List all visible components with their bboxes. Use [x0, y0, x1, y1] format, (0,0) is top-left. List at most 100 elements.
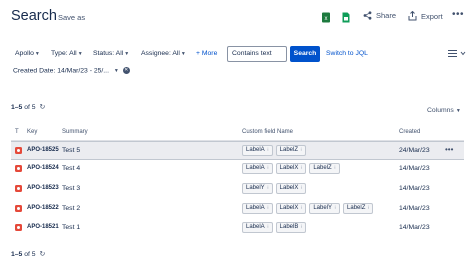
row-actions-button[interactable]: •••	[445, 145, 453, 154]
label-text: LabelX	[279, 205, 299, 211]
drag-handle-icon: ⁝	[265, 185, 269, 191]
chevron-down-icon: ▼	[180, 51, 186, 57]
more-filters-button[interactable]: + More	[196, 50, 217, 57]
drag-handle-icon: ⁝	[299, 185, 303, 191]
type-filter[interactable]: Type: All▼	[51, 50, 83, 57]
bug-icon	[15, 165, 22, 172]
table-row[interactable]: APO-18522 Test 2 LabelA ⁝ LabelX ⁝ LabelY ⁝ L…	[11, 200, 464, 219]
label-chip[interactable]: LabelX ⁝	[275, 183, 307, 194]
label-text: LabelZ	[313, 165, 332, 171]
contains-text-input[interactable]: Contains text	[227, 46, 287, 62]
google-sheets-icon[interactable]	[341, 12, 351, 23]
search-button[interactable]: Search	[290, 46, 320, 62]
drag-handle-icon: ⁝	[299, 147, 303, 153]
project-filter-label: Apollo	[15, 50, 34, 57]
created-date: 14/Mar/23	[399, 205, 430, 212]
more-actions-button[interactable]: •••	[452, 9, 464, 20]
result-range: 1–5	[11, 251, 23, 258]
page-title: Search	[11, 8, 57, 24]
header-custom-field[interactable]: Custom field Name	[242, 129, 293, 135]
drag-handle-icon: ⁝	[299, 205, 303, 211]
label-list: LabelA ⁝ LabelZ ⁝	[242, 145, 307, 156]
header-type[interactable]: T	[15, 129, 19, 135]
chevron-down-icon: ▼	[124, 51, 130, 57]
label-text: LabelZ	[279, 147, 299, 153]
save-as-button[interactable]: Save as	[58, 13, 85, 22]
label-chip[interactable]: LabelB ⁝	[275, 222, 307, 233]
issue-key-link[interactable]: APO-18525	[27, 147, 59, 153]
status-filter-label: Status: All	[93, 50, 124, 57]
label-text: LabelX	[279, 185, 299, 191]
label-chip[interactable]: LabelY ⁝	[242, 183, 273, 194]
label-chip[interactable]: LabelA ⁝	[242, 163, 273, 174]
label-chip[interactable]: LabelX ⁝	[275, 203, 307, 214]
assignee-filter[interactable]: Assignee: All▼	[141, 50, 186, 57]
label-chip[interactable]: LabelY ⁝	[309, 203, 341, 214]
created-date-filter[interactable]: Created Date: 14/Mar/23 - 25/... ▼ ✕	[13, 67, 130, 74]
columns-label: Columns	[427, 107, 454, 114]
label-list: LabelY ⁝ LabelX ⁝	[242, 183, 307, 194]
created-date-label: Created Date: 14/Mar/23 - 25/...	[13, 67, 109, 75]
label-text: LabelA	[246, 147, 265, 153]
list-view-icon[interactable]	[448, 49, 466, 58]
table-row[interactable]: APO-18521 Test 1 LabelA ⁝ LabelB ⁝ 14/Mar/23	[11, 219, 464, 238]
label-text: LabelA	[246, 224, 265, 230]
project-filter[interactable]: Apollo▼	[15, 50, 40, 57]
label-chip[interactable]: LabelA ⁝	[242, 222, 273, 233]
issue-summary[interactable]: Test 3	[62, 185, 80, 192]
issue-summary[interactable]: Test 1	[62, 224, 80, 231]
clear-filter-icon[interactable]: ✕	[122, 67, 130, 74]
label-text: LabelZ	[347, 205, 366, 211]
table-row[interactable]: APO-18525 Test 5 LabelA ⁝ LabelZ ⁝ 24/Mar/23…	[11, 141, 464, 160]
issue-key-link[interactable]: APO-18522	[27, 205, 59, 211]
label-chip[interactable]: LabelZ ⁝	[275, 145, 307, 156]
issue-summary[interactable]: Test 2	[62, 205, 80, 212]
refresh-icon[interactable]: ↻	[39, 104, 45, 111]
type-filter-label: Type: All	[51, 50, 77, 57]
table-row[interactable]: APO-18523 Test 3 LabelY ⁝ LabelX ⁝ 14/Mar/23	[11, 180, 464, 199]
header-key[interactable]: Key	[27, 129, 37, 135]
bug-icon	[15, 185, 22, 192]
label-chip[interactable]: LabelZ ⁝	[309, 163, 340, 174]
created-date: 14/Mar/23	[399, 224, 430, 231]
header-created[interactable]: Created	[399, 129, 420, 135]
drag-handle-icon: ⁝	[333, 205, 337, 211]
drag-handle-icon: ⁝	[332, 165, 336, 171]
created-date: 14/Mar/23	[399, 165, 430, 172]
issue-summary[interactable]: Test 4	[62, 165, 80, 172]
filter-bar: Apollo▼ Type: All▼ Status: All▼ Assignee…	[11, 46, 466, 63]
share-button[interactable]: Share	[363, 11, 396, 20]
label-chip[interactable]: LabelA ⁝	[242, 203, 273, 214]
label-text: LabelA	[246, 165, 265, 171]
refresh-icon[interactable]: ↻	[39, 251, 45, 258]
label-chip[interactable]: LabelZ ⁝	[343, 203, 374, 214]
issue-key-link[interactable]: APO-18521	[27, 224, 59, 230]
issue-key-link[interactable]: APO-18523	[27, 185, 59, 191]
issue-summary[interactable]: Test 5	[62, 147, 80, 154]
columns-button[interactable]: Columns ▼	[427, 107, 461, 114]
result-total: of 5	[24, 104, 36, 111]
drag-handle-icon: ⁝	[265, 147, 269, 153]
share-icon	[363, 11, 372, 20]
bug-icon	[15, 147, 22, 154]
export-icon	[408, 11, 417, 21]
result-count-bottom: 1–5 of 5 ↻	[11, 250, 45, 258]
table-row[interactable]: APO-18524 Test 4 LabelA ⁝ LabelX ⁝ LabelZ ⁝ 1…	[11, 160, 464, 179]
status-filter[interactable]: Status: All▼	[93, 50, 129, 57]
result-range: 1–5	[11, 104, 23, 111]
export-button[interactable]: Export	[408, 11, 443, 21]
label-chip[interactable]: LabelA ⁝	[242, 145, 273, 156]
label-text: LabelB	[279, 224, 299, 230]
chevron-down-icon: ▼	[455, 108, 461, 114]
page-header: Search Save as x Share Export •••	[11, 8, 464, 30]
svg-text:x: x	[325, 16, 328, 22]
label-chip[interactable]: LabelX ⁝	[275, 163, 307, 174]
issue-key-link[interactable]: APO-18524	[27, 165, 59, 171]
label-text: LabelY	[246, 185, 265, 191]
header-summary[interactable]: Summary	[62, 129, 88, 135]
created-date: 24/Mar/23	[399, 147, 430, 154]
drag-handle-icon: ⁝	[299, 165, 303, 171]
excel-export-icon[interactable]: x	[321, 12, 331, 23]
chevron-down-icon: ▼	[34, 51, 40, 57]
switch-to-jql-link[interactable]: Switch to JQL	[326, 50, 368, 57]
